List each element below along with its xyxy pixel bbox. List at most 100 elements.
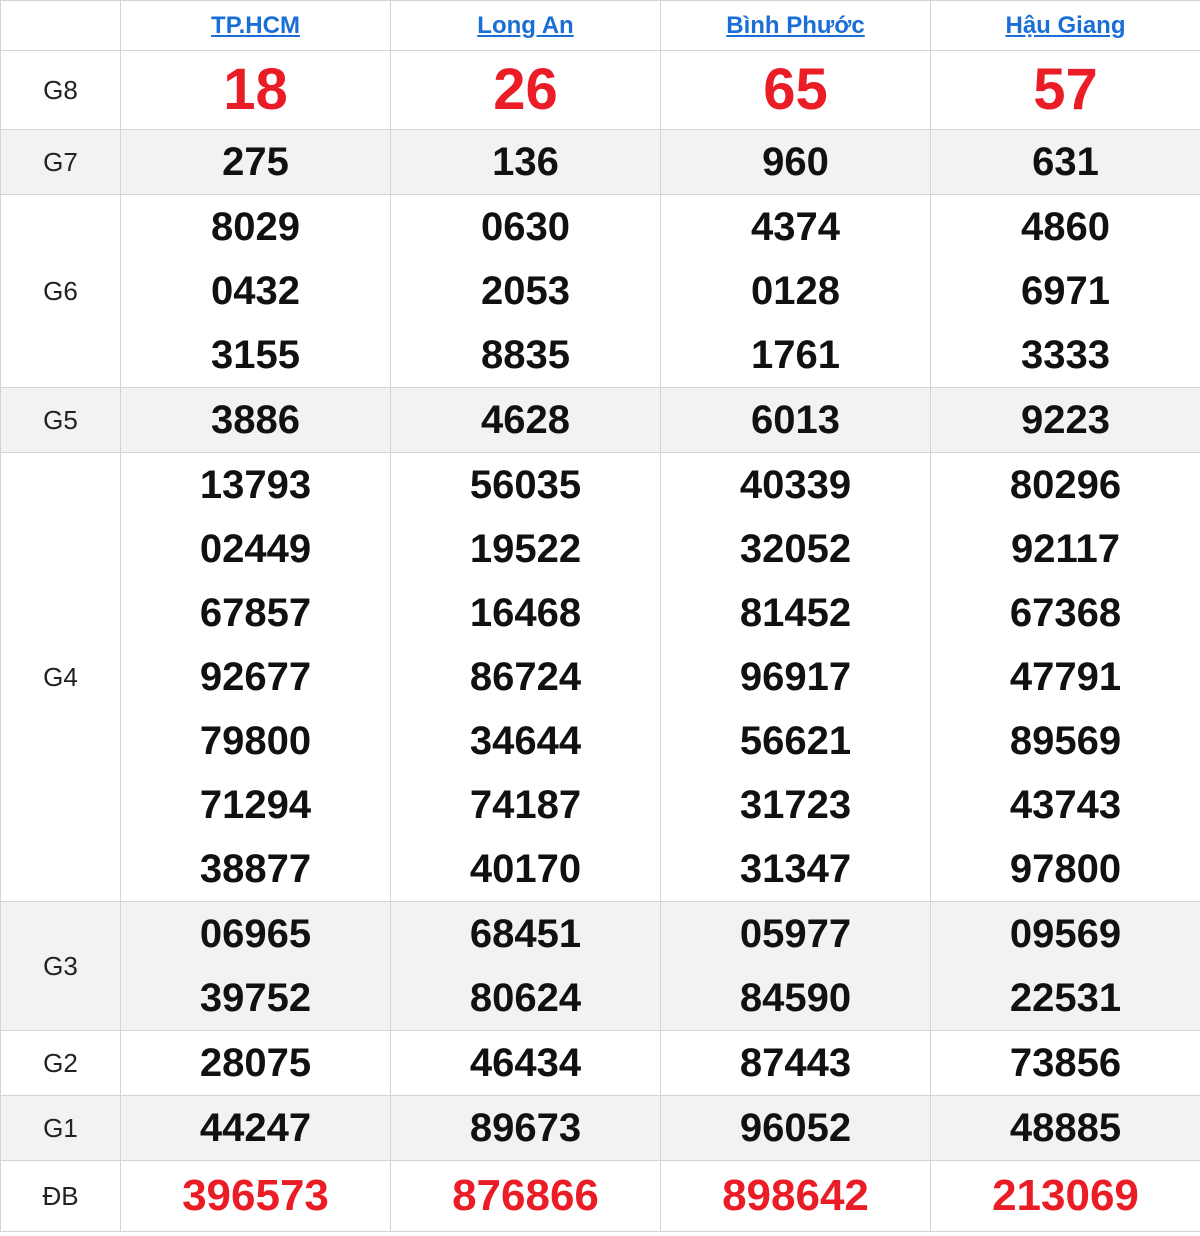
result-number: 213069 (992, 1171, 1139, 1220)
result-cell: 8029 0432 3155 (120, 194, 391, 388)
result-cell: 275 (120, 129, 391, 195)
lottery-results-table: TP.HCM Long An Bình Phước Hậu Giang G8 1… (0, 0, 1200, 1232)
result-number: 32052 (739, 527, 852, 571)
prize-label: G3 (0, 901, 121, 1031)
result-cell: 05977 84590 (660, 901, 931, 1031)
province-link-binh-phuoc[interactable]: Bình Phước (726, 12, 864, 39)
result-number: 67857 (199, 591, 312, 635)
result-cell: 28075 (120, 1030, 391, 1096)
result-number: 2053 (481, 269, 570, 313)
result-cell: 4628 (390, 387, 661, 453)
province-link-tphcm[interactable]: TP.HCM (211, 12, 300, 39)
result-number: 8835 (481, 333, 570, 377)
prize-row-g7: G7 275 136 960 631 (0, 129, 1200, 195)
result-number: 47791 (1009, 655, 1122, 699)
result-cell: 898642 (660, 1160, 931, 1232)
result-number: 3886 (211, 398, 300, 442)
header-row: TP.HCM Long An Bình Phước Hậu Giang (0, 0, 1200, 51)
result-cell: 6013 (660, 387, 931, 453)
result-cell: 73856 (930, 1030, 1200, 1096)
result-cell: 13793 02449 67857 92677 79800 71294 3887… (120, 452, 391, 902)
result-number: 0432 (211, 269, 300, 313)
result-number: 876866 (452, 1171, 599, 1220)
result-number: 87443 (739, 1041, 852, 1085)
result-number: 396573 (182, 1171, 329, 1220)
result-number: 4860 (1021, 205, 1110, 249)
result-number: 3333 (1021, 333, 1110, 377)
result-number: 3155 (211, 333, 300, 377)
result-number: 22531 (1009, 976, 1122, 1020)
result-number: 43743 (1009, 783, 1122, 827)
result-number: 56035 (469, 463, 582, 507)
result-number: 38877 (199, 847, 312, 891)
prize-row-special: ĐB 396573 876866 898642 213069 (0, 1160, 1200, 1232)
result-cell: 80296 92117 67368 47791 89569 43743 9780… (930, 452, 1200, 902)
result-number: 0630 (481, 205, 570, 249)
result-number: 84590 (739, 976, 852, 1020)
result-cell: 18 (120, 50, 391, 130)
result-cell: 26 (390, 50, 661, 130)
result-cell: 56035 19522 16468 86724 34644 74187 4017… (390, 452, 661, 902)
result-number: 6013 (751, 398, 840, 442)
prize-row-g1: G1 44247 89673 96052 48885 (0, 1095, 1200, 1161)
result-cell: 136 (390, 129, 661, 195)
result-number: 18 (223, 57, 288, 122)
prize-row-g2: G2 28075 46434 87443 73856 (0, 1030, 1200, 1096)
result-number: 96052 (739, 1106, 852, 1150)
result-number: 80624 (469, 976, 582, 1020)
result-number: 40339 (739, 463, 852, 507)
prize-label: G1 (0, 1095, 121, 1161)
prize-label: G7 (0, 129, 121, 195)
prize-row-g8: G8 18 26 65 57 (0, 50, 1200, 130)
prize-row-g5: G5 3886 4628 6013 9223 (0, 387, 1200, 453)
prize-label: G8 (0, 50, 121, 130)
result-cell: 4374 0128 1761 (660, 194, 931, 388)
result-number: 48885 (1009, 1106, 1122, 1150)
result-number: 31723 (739, 783, 852, 827)
result-number: 136 (492, 140, 559, 184)
result-cell: 48885 (930, 1095, 1200, 1161)
result-number: 275 (222, 140, 289, 184)
result-number: 65 (763, 57, 828, 122)
result-cell: 0630 2053 8835 (390, 194, 661, 388)
result-number: 898642 (722, 1171, 869, 1220)
province-link-hau-giang[interactable]: Hậu Giang (1005, 12, 1125, 39)
result-cell: 46434 (390, 1030, 661, 1096)
result-cell: 89673 (390, 1095, 661, 1161)
result-cell: 87443 (660, 1030, 931, 1096)
prize-row-g6: G6 8029 0432 3155 0630 2053 8835 4374 01… (0, 194, 1200, 388)
result-number: 86724 (469, 655, 582, 699)
result-number: 71294 (199, 783, 312, 827)
result-cell: 3886 (120, 387, 391, 453)
result-number: 4628 (481, 398, 570, 442)
result-number: 97800 (1009, 847, 1122, 891)
province-link-long-an[interactable]: Long An (477, 12, 573, 39)
result-number: 09569 (1009, 912, 1122, 956)
result-cell: 876866 (390, 1160, 661, 1232)
result-number: 13793 (199, 463, 312, 507)
result-cell: 96052 (660, 1095, 931, 1161)
prize-label: G4 (0, 452, 121, 902)
result-number: 960 (762, 140, 829, 184)
result-number: 68451 (469, 912, 582, 956)
result-number: 92677 (199, 655, 312, 699)
result-number: 44247 (199, 1106, 312, 1150)
result-cell: 57 (930, 50, 1200, 130)
result-cell: 09569 22531 (930, 901, 1200, 1031)
result-number: 0128 (751, 269, 840, 313)
result-number: 67368 (1009, 591, 1122, 635)
result-cell: 9223 (930, 387, 1200, 453)
prize-label: G2 (0, 1030, 121, 1096)
result-number: 05977 (739, 912, 852, 956)
result-number: 16468 (469, 591, 582, 635)
result-number: 89673 (469, 1106, 582, 1150)
prize-row-g4: G4 13793 02449 67857 92677 79800 71294 3… (0, 452, 1200, 902)
prize-label: G6 (0, 194, 121, 388)
result-number: 8029 (211, 205, 300, 249)
result-cell: 960 (660, 129, 931, 195)
result-number: 74187 (469, 783, 582, 827)
result-number: 46434 (469, 1041, 582, 1085)
result-number: 96917 (739, 655, 852, 699)
result-number: 31347 (739, 847, 852, 891)
prize-label: ĐB (0, 1160, 121, 1232)
